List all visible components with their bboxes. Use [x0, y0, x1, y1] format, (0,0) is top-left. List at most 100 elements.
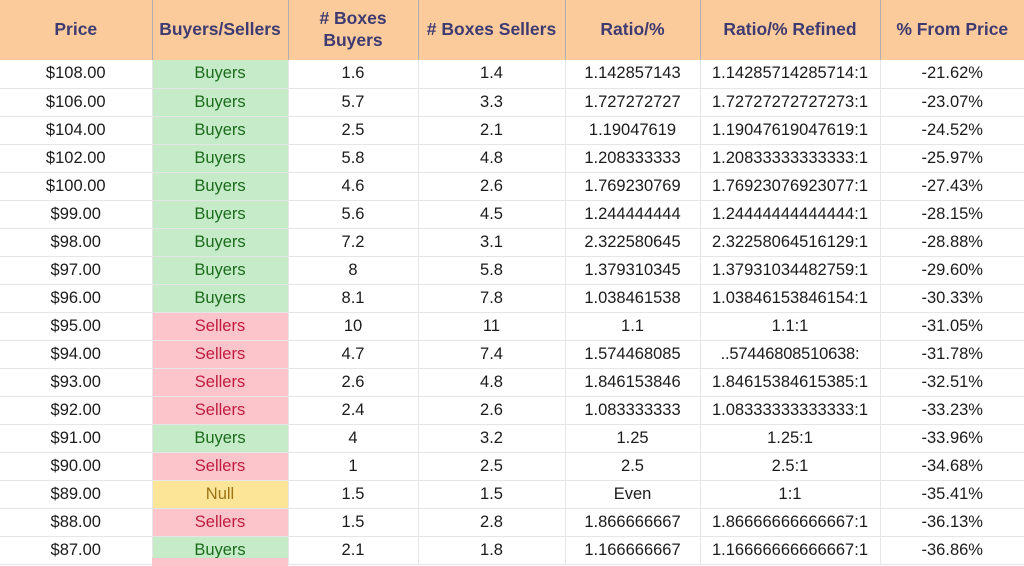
cell-ratio[interactable]: 1.846153846 [565, 368, 701, 397]
cell-boxes-sellers[interactable]: 3.1 [418, 228, 566, 257]
cell-boxes-buyers[interactable]: 1.5 [288, 480, 419, 509]
cell-boxes-sellers[interactable]: 2.6 [418, 396, 566, 425]
cell-buyers-sellers[interactable]: Buyers [152, 116, 289, 145]
cell-price[interactable]: $88.00 [0, 508, 153, 537]
column-header-buyers-sellers[interactable]: Buyers/Sellers [152, 0, 289, 60]
cell-boxes-buyers[interactable]: 10 [288, 312, 419, 341]
cell-buyers-sellers[interactable]: Buyers [152, 424, 289, 453]
cell-ratio-refined[interactable]: 2.5:1 [700, 452, 881, 481]
cell-pct-from-price[interactable]: -31.05% [880, 312, 1024, 341]
cell-price[interactable]: $106.00 [0, 88, 153, 117]
cell-ratio-refined[interactable]: 1.76923076923077:1 [700, 172, 881, 201]
cell-boxes-sellers[interactable]: 3.2 [418, 424, 566, 453]
cell-ratio[interactable]: 2.322580645 [565, 228, 701, 257]
column-header-pct-from-price[interactable]: % From Price [880, 0, 1024, 60]
cell-pct-from-price[interactable]: -31.78% [880, 340, 1024, 369]
cell-ratio-refined[interactable]: 1.14285714285714:1 [700, 60, 881, 89]
cell-boxes-buyers[interactable]: 2.5 [288, 116, 419, 145]
cell-ratio[interactable]: 1.038461538 [565, 284, 701, 313]
cell-pct-from-price[interactable]: -36.13% [880, 508, 1024, 537]
cell-boxes-sellers[interactable]: 5.8 [418, 256, 566, 285]
cell-boxes-buyers[interactable]: 1.5 [288, 508, 419, 537]
cell-price[interactable]: $95.00 [0, 312, 153, 341]
cell-boxes-buyers[interactable]: 2.6 [288, 368, 419, 397]
cell-ratio-refined[interactable]: 1.08333333333333:1 [700, 396, 881, 425]
cell-boxes-sellers[interactable]: 2.6 [418, 172, 566, 201]
cell-price[interactable]: $104.00 [0, 116, 153, 145]
cell-ratio[interactable]: 1.574468085 [565, 340, 701, 369]
cell-boxes-sellers[interactable]: 7.4 [418, 340, 566, 369]
cell-price[interactable]: $108.00 [0, 60, 153, 89]
cell-boxes-sellers[interactable]: 2.1 [418, 116, 566, 145]
cell-pct-from-price[interactable]: -23.07% [880, 88, 1024, 117]
cell-ratio[interactable]: 1.25 [565, 424, 701, 453]
cell-ratio-refined[interactable]: ..57446808510638: [700, 340, 881, 369]
cell-boxes-sellers[interactable]: 1.5 [418, 480, 566, 509]
cell-pct-from-price[interactable]: -34.68% [880, 452, 1024, 481]
cell-price[interactable]: $89.00 [0, 480, 153, 509]
column-header-ratio-refined[interactable]: Ratio/% Refined [700, 0, 881, 60]
cell-buyers-sellers[interactable]: Buyers [152, 228, 289, 257]
cell-boxes-sellers[interactable]: 3.3 [418, 88, 566, 117]
cell-ratio[interactable]: 1.866666667 [565, 508, 701, 537]
cell-ratio[interactable]: 1.208333333 [565, 144, 701, 173]
cell-ratio-refined[interactable]: 1.25:1 [700, 424, 881, 453]
cell-price[interactable]: $92.00 [0, 396, 153, 425]
cell-buyers-sellers[interactable]: Sellers [152, 340, 289, 369]
cell-buyers-sellers[interactable]: Buyers [152, 88, 289, 117]
cell-ratio-refined[interactable]: 1:1 [700, 480, 881, 509]
cell-boxes-buyers[interactable]: 5.7 [288, 88, 419, 117]
cell-pct-from-price[interactable]: -28.15% [880, 200, 1024, 229]
cell-boxes-sellers[interactable]: 11 [418, 312, 566, 341]
cell-price[interactable]: $99.00 [0, 200, 153, 229]
cell-ratio[interactable]: 1.769230769 [565, 172, 701, 201]
cell-price[interactable]: $102.00 [0, 144, 153, 173]
cell-pct-from-price[interactable]: -25.97% [880, 144, 1024, 173]
cell-boxes-buyers[interactable]: 4.6 [288, 172, 419, 201]
cell-buyers-sellers[interactable]: Buyers [152, 60, 289, 89]
cell-buyers-sellers[interactable]: Sellers [152, 368, 289, 397]
cell-pct-from-price[interactable]: -33.96% [880, 424, 1024, 453]
cell-price[interactable]: $90.00 [0, 452, 153, 481]
cell-boxes-sellers[interactable]: 4.8 [418, 144, 566, 173]
cell-boxes-sellers[interactable]: 4.5 [418, 200, 566, 229]
cell-boxes-buyers[interactable]: 7.2 [288, 228, 419, 257]
cell-ratio[interactable]: 1.083333333 [565, 396, 701, 425]
cell-price[interactable]: $97.00 [0, 256, 153, 285]
cell-boxes-sellers[interactable]: 1.4 [418, 60, 566, 89]
cell-pct-from-price[interactable]: -32.51% [880, 368, 1024, 397]
column-header-price[interactable]: Price [0, 0, 153, 60]
cell-ratio-refined[interactable]: 1.86666666666667:1 [700, 508, 881, 537]
cell-buyers-sellers[interactable]: Sellers [152, 452, 289, 481]
column-header-ratio[interactable]: Ratio/% [565, 0, 701, 60]
cell-ratio-refined[interactable]: 1.20833333333333:1 [700, 144, 881, 173]
cell-boxes-sellers[interactable]: 2.5 [418, 452, 566, 481]
cell-price[interactable]: $94.00 [0, 340, 153, 369]
cell-boxes-sellers[interactable]: 7.8 [418, 284, 566, 313]
cell-ratio[interactable]: 1.19047619 [565, 116, 701, 145]
cell-pct-from-price[interactable]: -21.62% [880, 60, 1024, 89]
cell-price[interactable]: $98.00 [0, 228, 153, 257]
cell-boxes-buyers[interactable]: 4 [288, 424, 419, 453]
cell-price[interactable]: $93.00 [0, 368, 153, 397]
column-header-boxes-buyers[interactable]: # Boxes Buyers [288, 0, 419, 60]
cell-boxes-sellers[interactable]: 4.8 [418, 368, 566, 397]
cell-pct-from-price[interactable]: -29.60% [880, 256, 1024, 285]
cell-pct-from-price[interactable]: -35.41% [880, 480, 1024, 509]
cell-ratio-refined[interactable]: 1.24444444444444:1 [700, 200, 881, 229]
cell-boxes-buyers[interactable]: 5.6 [288, 200, 419, 229]
cell-boxes-buyers[interactable]: 8.1 [288, 284, 419, 313]
cell-pct-from-price[interactable]: -33.23% [880, 396, 1024, 425]
cell-pct-from-price[interactable]: -24.52% [880, 116, 1024, 145]
cell-price[interactable]: $91.00 [0, 424, 153, 453]
cell-ratio-refined[interactable]: 1.37931034482759:1 [700, 256, 881, 285]
cell-buyers-sellers[interactable]: Null [152, 480, 289, 509]
cell-buyers-sellers[interactable]: Sellers [152, 312, 289, 341]
cell-boxes-buyers[interactable]: 1 [288, 452, 419, 481]
cell-boxes-buyers[interactable]: 1.6 [288, 60, 419, 89]
cell-buyers-sellers[interactable]: Buyers [152, 172, 289, 201]
cell-buyers-sellers[interactable]: Buyers [152, 256, 289, 285]
column-header-boxes-sellers[interactable]: # Boxes Sellers [418, 0, 566, 60]
cell-ratio-refined[interactable]: 1.1:1 [700, 312, 881, 341]
cell-buyers-sellers[interactable]: Sellers [152, 396, 289, 425]
